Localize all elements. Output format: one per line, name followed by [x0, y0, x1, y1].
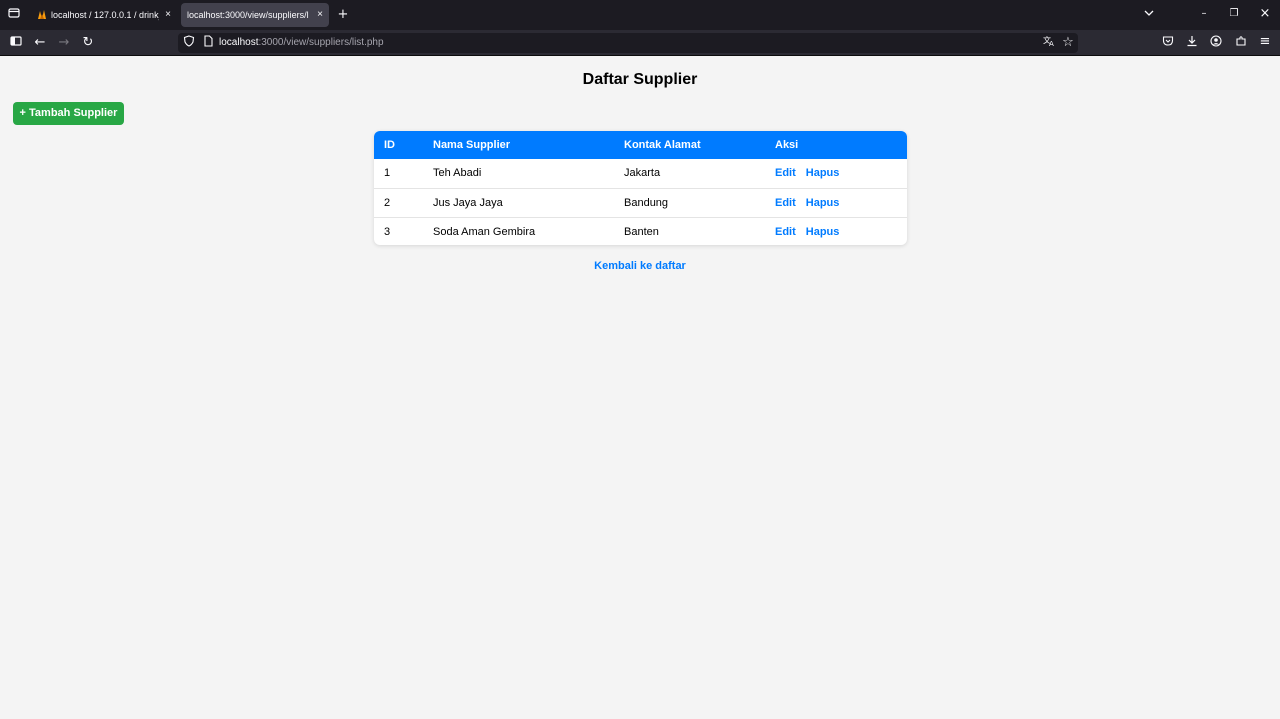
table-row: 1 Teh Abadi Jakarta Edit Hapus: [374, 159, 907, 188]
phpmyadmin-favicon-icon: [38, 10, 46, 19]
reload-icon[interactable]: ↻: [79, 35, 97, 51]
extensions-icon[interactable]: [1232, 35, 1250, 51]
translate-icon[interactable]: 文A: [1040, 35, 1058, 51]
url-path: :3000/view/suppliers/list.php: [258, 37, 384, 48]
cell-address: Jakarta: [624, 167, 661, 180]
url-host: localhost: [219, 37, 259, 48]
pocket-icon[interactable]: [1159, 35, 1177, 51]
header-address: Kontak Alamat: [624, 139, 701, 151]
minimize-icon[interactable]: –: [1195, 6, 1213, 22]
page-title: Daftar Supplier: [582, 71, 698, 88]
menu-icon[interactable]: ≡: [1256, 34, 1274, 50]
cell-name: Jus Jaya Jaya: [423, 187, 614, 217]
tab-title: localhost:3000/view/suppliers/list.php: [187, 10, 309, 20]
cell-id: 3: [374, 216, 423, 245]
cell-id: 2: [374, 187, 423, 217]
cell-actions: Edit Hapus: [765, 159, 907, 188]
tab-phpmyadmin[interactable]: localhost / 127.0.0.1 / drink_m ×: [31, 3, 177, 27]
browser-tab-bar: localhost / 127.0.0.1 / drink_m × localh…: [0, 0, 1280, 30]
url-text[interactable]: localhost:3000/view/suppliers/list.php: [219, 36, 384, 50]
tab-close-icon[interactable]: ×: [165, 3, 171, 27]
tab-list-icon[interactable]: [5, 7, 23, 23]
edit-link[interactable]: Edit: [775, 197, 796, 209]
header-actions: Aksi: [775, 139, 799, 151]
back-to-list-link[interactable]: Kembali ke daftar: [594, 260, 686, 272]
back-icon[interactable]: ←: [31, 35, 49, 51]
cell-actions: Edit Hapus: [765, 216, 907, 245]
tab-overflow-icon[interactable]: [1140, 7, 1158, 23]
cell-actions: Edit Hapus: [765, 187, 907, 217]
bookmark-star-icon[interactable]: ☆: [1059, 35, 1077, 51]
add-supplier-button[interactable]: + Tambah Supplier: [13, 102, 124, 125]
page-info-icon[interactable]: [199, 35, 217, 51]
account-icon[interactable]: [1207, 35, 1225, 51]
header-name: Nama Supplier: [433, 139, 511, 151]
table-row: 3 Soda Aman Gembira Banten Edit Hapus: [374, 216, 907, 245]
forward-icon[interactable]: →: [55, 35, 73, 51]
restore-icon[interactable]: ❐: [1225, 6, 1243, 22]
cell-name: Soda Aman Gembira: [423, 216, 614, 245]
edit-link[interactable]: Edit: [775, 167, 796, 179]
delete-link[interactable]: Hapus: [806, 197, 840, 209]
shield-icon: [180, 35, 198, 51]
cell-id: 1: [384, 167, 391, 180]
delete-link[interactable]: Hapus: [806, 226, 840, 238]
table-row: 2 Jus Jaya Jaya Bandung Edit Hapus: [374, 187, 907, 217]
tab-suppliers[interactable]: localhost:3000/view/suppliers/list.php ×: [181, 3, 329, 27]
window-close-icon[interactable]: ×: [1256, 6, 1274, 22]
cell-address: Banten: [614, 216, 765, 245]
download-icon[interactable]: [1183, 35, 1201, 51]
header-id: ID: [384, 139, 395, 151]
cell-name: Teh Abadi: [433, 167, 482, 180]
svg-text:A: A: [1049, 40, 1054, 47]
delete-link[interactable]: Hapus: [806, 167, 840, 179]
sidebar-icon[interactable]: [7, 35, 25, 51]
table-header-row: ID Nama Supplier Kontak Alamat Aksi: [374, 131, 907, 159]
tab-close-icon[interactable]: ×: [317, 3, 323, 27]
supplier-table: ID Nama Supplier Kontak Alamat Aksi 1 Te…: [374, 131, 907, 245]
cell-address: Bandung: [614, 187, 765, 217]
back-link-container: Kembali ke daftar: [0, 259, 1280, 273]
new-tab-icon[interactable]: +: [334, 7, 352, 23]
tab-title: localhost / 127.0.0.1 / drink_m: [51, 10, 159, 20]
edit-link[interactable]: Edit: [775, 226, 796, 238]
